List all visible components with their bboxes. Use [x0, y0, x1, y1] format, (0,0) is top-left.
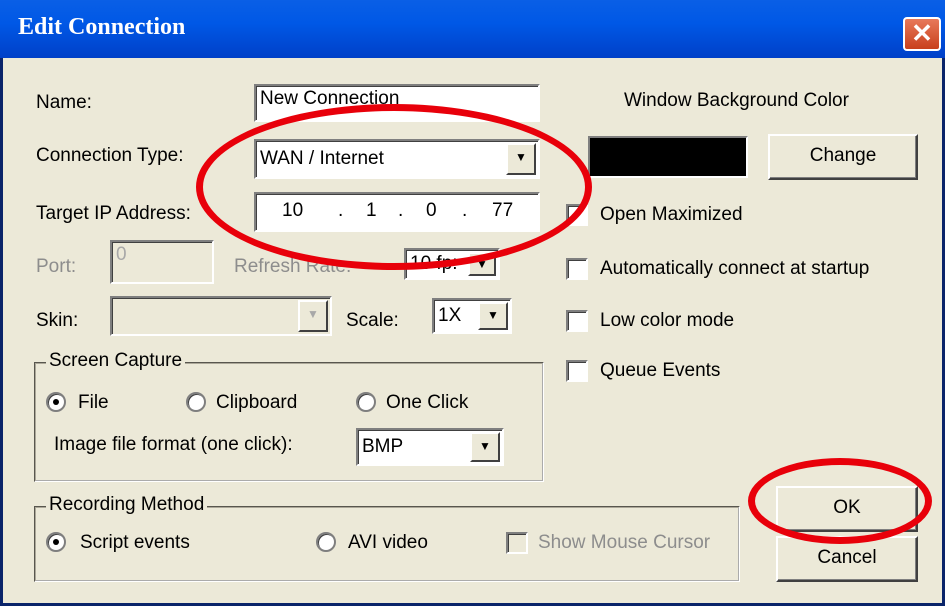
- close-button[interactable]: ✕: [903, 17, 941, 51]
- screen-capture-title: Screen Capture: [46, 350, 186, 372]
- low-color-mode-label[interactable]: Low color mode: [600, 310, 734, 332]
- open-maximized-label[interactable]: Open Maximized: [600, 204, 743, 226]
- port-input[interactable]: 0: [110, 240, 214, 284]
- avi-video-label[interactable]: AVI video: [348, 532, 428, 554]
- auto-connect-label[interactable]: Automatically connect at startup: [600, 258, 869, 280]
- show-mouse-cursor-label: Show Mouse Cursor: [538, 532, 711, 553]
- name-label: Name:: [36, 92, 92, 113]
- file-radio[interactable]: [46, 392, 66, 412]
- port-label: Port:: [36, 256, 77, 277]
- chevron-down-icon[interactable]: ▼: [478, 302, 508, 330]
- queue-events-label[interactable]: Queue Events: [600, 360, 720, 382]
- scale-select[interactable]: 1X ▼: [432, 298, 512, 334]
- script-events-label[interactable]: Script events: [80, 532, 190, 554]
- script-events-radio[interactable]: [46, 532, 66, 552]
- chevron-down-icon[interactable]: ▼: [298, 300, 328, 332]
- image-format-label: Image file format (one click):: [54, 434, 293, 455]
- clipboard-radio[interactable]: [186, 392, 206, 412]
- one-click-radio[interactable]: [356, 392, 376, 412]
- connection-type-label: Connection Type:: [36, 145, 184, 166]
- clipboard-radio-label[interactable]: Clipboard: [216, 392, 297, 414]
- image-format-select[interactable]: BMP ▼: [356, 428, 504, 466]
- bg-color-label: Window Background Color: [624, 90, 849, 111]
- annotation-oval-ok: [748, 458, 932, 544]
- chevron-down-icon[interactable]: ▼: [470, 432, 500, 462]
- one-click-radio-label[interactable]: One Click: [386, 392, 468, 414]
- bg-color-swatch: [588, 136, 748, 178]
- port-value: 0: [116, 244, 127, 265]
- target-ip-label: Target IP Address:: [36, 203, 191, 224]
- window-title: Edit Connection: [18, 14, 186, 40]
- avi-video-radio[interactable]: [316, 532, 336, 552]
- change-color-button[interactable]: Change: [768, 134, 918, 180]
- scale-value: 1X: [438, 305, 462, 326]
- skin-select[interactable]: ▼: [110, 296, 332, 336]
- skin-label: Skin:: [36, 310, 79, 331]
- scale-label: Scale:: [346, 310, 399, 331]
- show-mouse-cursor-checkbox[interactable]: [506, 532, 528, 554]
- image-format-value: BMP: [362, 436, 404, 457]
- annotation-oval-connection: [196, 104, 592, 270]
- auto-connect-checkbox[interactable]: [566, 258, 588, 280]
- low-color-mode-checkbox[interactable]: [566, 310, 588, 332]
- file-radio-label[interactable]: File: [78, 392, 109, 414]
- queue-events-checkbox[interactable]: [566, 360, 588, 382]
- recording-method-title: Recording Method: [46, 494, 208, 516]
